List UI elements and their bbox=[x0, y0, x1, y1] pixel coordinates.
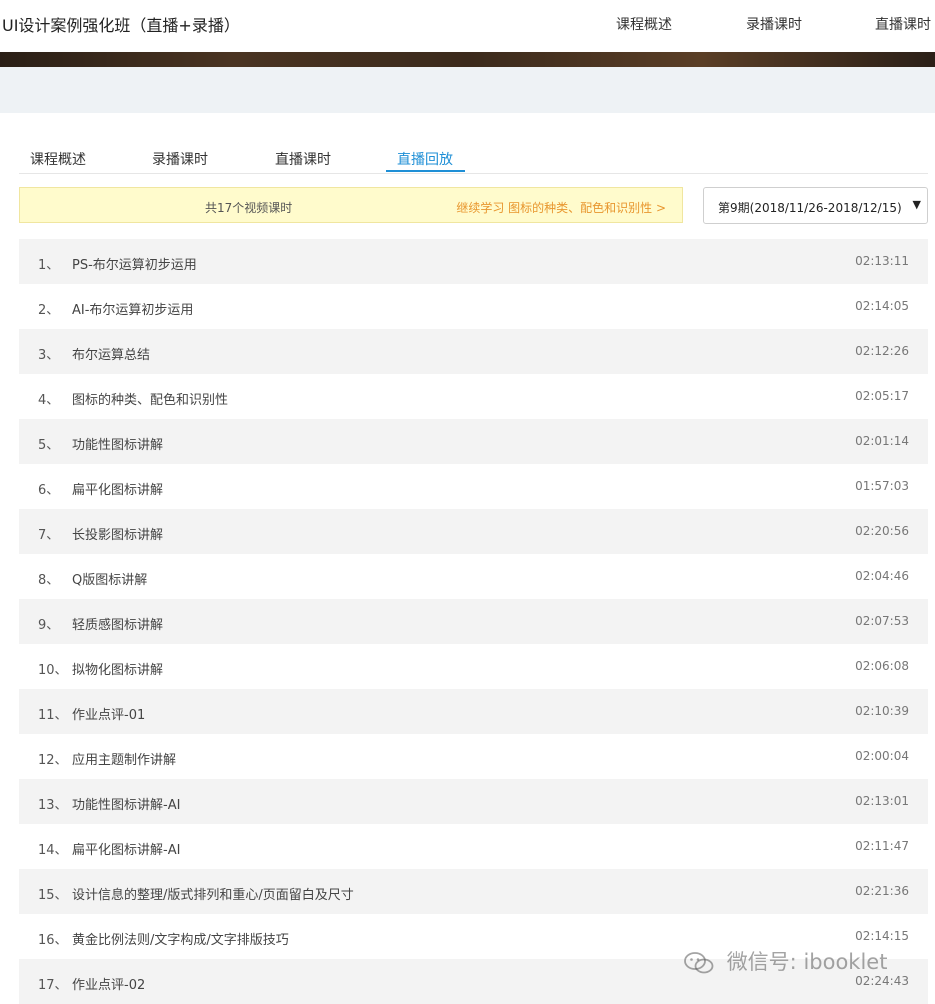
lesson-index: 6、 bbox=[38, 483, 60, 498]
wechat-icon bbox=[684, 952, 714, 974]
lesson-row[interactable]: 12、 应用主题制作讲解 02:00:04 bbox=[19, 734, 928, 779]
lesson-duration: 02:14:05 bbox=[855, 299, 909, 313]
lesson-count: 共17个视频课时 bbox=[205, 201, 293, 215]
lesson-title: 长投影图标讲解 bbox=[72, 528, 164, 543]
course-banner bbox=[0, 52, 935, 67]
lesson-row[interactable]: 4、 图标的种类、配色和识别性 02:05:17 bbox=[19, 374, 928, 419]
lesson-index: 10、 bbox=[38, 663, 68, 678]
lesson-index: 9、 bbox=[38, 618, 60, 633]
lesson-index: 7、 bbox=[38, 528, 60, 543]
lesson-duration: 01:57:03 bbox=[855, 479, 909, 493]
lesson-title: 应用主题制作讲解 bbox=[72, 753, 177, 768]
top-nav-live[interactable]: 直播课时 bbox=[875, 14, 931, 34]
lesson-index: 4、 bbox=[38, 393, 60, 408]
lesson-title: AI-布尔运算初步运用 bbox=[72, 303, 194, 318]
lesson-row[interactable]: 1、 PS-布尔运算初步运用 02:13:11 bbox=[19, 239, 928, 284]
lesson-duration: 02:13:01 bbox=[855, 794, 909, 808]
course-tabs: 课程概述 录播课时 直播课时 直播回放 bbox=[19, 141, 928, 174]
lesson-title: PS-布尔运算初步运用 bbox=[72, 258, 197, 273]
lesson-title: 设计信息的整理/版式排列和重心/页面留白及尺寸 bbox=[72, 888, 354, 903]
lesson-row[interactable]: 9、 轻质感图标讲解 02:07:53 bbox=[19, 599, 928, 644]
lesson-index: 11、 bbox=[38, 708, 68, 723]
lesson-index: 17、 bbox=[38, 978, 68, 993]
lesson-duration: 02:06:08 bbox=[855, 659, 909, 673]
lesson-row[interactable]: 5、 功能性图标讲解 02:01:14 bbox=[19, 419, 928, 464]
lesson-duration: 02:12:26 bbox=[855, 344, 909, 358]
lesson-row[interactable]: 11、 作业点评-01 02:10:39 bbox=[19, 689, 928, 734]
lesson-title: Q版图标讲解 bbox=[72, 573, 148, 588]
lesson-title: 扁平化图标讲解-AI bbox=[72, 843, 181, 858]
period-selected-value: 第9期(2018/11/26-2018/12/15) bbox=[718, 201, 902, 215]
lesson-duration: 02:13:11 bbox=[855, 254, 909, 268]
watermark-text: 微信号: ibooklet bbox=[726, 950, 888, 974]
lesson-title: 功能性图标讲解 bbox=[72, 438, 164, 453]
lesson-duration: 02:20:56 bbox=[855, 524, 909, 538]
lesson-row[interactable]: 8、 Q版图标讲解 02:04:46 bbox=[19, 554, 928, 599]
course-title: UI设计案例强化班（直播+录播） bbox=[2, 16, 240, 35]
lesson-index: 15、 bbox=[38, 888, 68, 903]
lesson-duration: 02:04:46 bbox=[855, 569, 909, 583]
lesson-duration: 02:11:47 bbox=[855, 839, 909, 853]
lesson-duration: 02:00:04 bbox=[855, 749, 909, 763]
period-select[interactable]: 第9期(2018/11/26-2018/12/15) ▼ bbox=[703, 187, 928, 224]
lesson-row[interactable]: 2、 AI-布尔运算初步运用 02:14:05 bbox=[19, 284, 928, 329]
lesson-list: 1、 PS-布尔运算初步运用 02:13:11 2、 AI-布尔运算初步运用 02:14:… bbox=[19, 239, 928, 1004]
lesson-row[interactable]: 13、 功能性图标讲解-AI 02:13:01 bbox=[19, 779, 928, 824]
lesson-duration: 02:07:53 bbox=[855, 614, 909, 628]
lesson-duration: 02:05:17 bbox=[855, 389, 909, 403]
lesson-index: 8、 bbox=[38, 573, 60, 588]
lesson-index: 16、 bbox=[38, 933, 68, 948]
lesson-index: 5、 bbox=[38, 438, 60, 453]
lesson-row[interactable]: 6、 扁平化图标讲解 01:57:03 bbox=[19, 464, 928, 509]
notice-bar: 共17个视频课时 继续学习 图标的种类、配色和识别性 > bbox=[19, 187, 683, 223]
lesson-row[interactable]: 10、 拟物化图标讲解 02:06:08 bbox=[19, 644, 928, 689]
lesson-title: 轻质感图标讲解 bbox=[72, 618, 164, 633]
lesson-duration: 02:10:39 bbox=[855, 704, 909, 718]
lesson-title: 作业点评-02 bbox=[72, 978, 146, 993]
lesson-title: 布尔运算总结 bbox=[72, 348, 151, 363]
lesson-title: 图标的种类、配色和识别性 bbox=[72, 393, 229, 408]
lesson-row[interactable]: 15、 设计信息的整理/版式排列和重心/页面留白及尺寸 02:21:36 bbox=[19, 869, 928, 914]
lesson-index: 3、 bbox=[38, 348, 60, 363]
tab-overview[interactable]: 课程概述 bbox=[30, 149, 86, 169]
lesson-duration: 02:01:14 bbox=[855, 434, 909, 448]
lesson-row[interactable]: 7、 长投影图标讲解 02:20:56 bbox=[19, 509, 928, 554]
lesson-index: 14、 bbox=[38, 843, 68, 858]
top-nav-recorded[interactable]: 录播课时 bbox=[746, 14, 802, 34]
lesson-index: 13、 bbox=[38, 798, 68, 813]
wechat-watermark: 微信号: ibooklet bbox=[684, 946, 887, 980]
lesson-title: 黄金比例法则/文字构成/文字排版技巧 bbox=[72, 933, 289, 948]
tab-live[interactable]: 直播课时 bbox=[275, 149, 331, 169]
lesson-duration: 02:14:15 bbox=[855, 929, 909, 943]
lesson-duration: 02:21:36 bbox=[855, 884, 909, 898]
lesson-title: 拟物化图标讲解 bbox=[72, 663, 164, 678]
lesson-title: 作业点评-01 bbox=[72, 708, 146, 723]
lesson-index: 1、 bbox=[38, 258, 60, 273]
active-tab-indicator bbox=[386, 170, 465, 172]
lesson-row[interactable]: 14、 扁平化图标讲解-AI 02:11:47 bbox=[19, 824, 928, 869]
top-header: UI设计案例强化班（直播+录播） 课程概述 录播课时 直播课时 bbox=[0, 0, 935, 52]
lesson-index: 2、 bbox=[38, 303, 60, 318]
lesson-title: 功能性图标讲解-AI bbox=[72, 798, 181, 813]
lesson-title: 扁平化图标讲解 bbox=[72, 483, 164, 498]
dropdown-arrow-icon: ▼ bbox=[912, 198, 921, 211]
tab-recorded[interactable]: 录播课时 bbox=[152, 149, 208, 169]
banner-strip bbox=[0, 67, 935, 113]
tab-replay[interactable]: 直播回放 bbox=[397, 149, 453, 169]
top-nav-overview[interactable]: 课程概述 bbox=[616, 14, 672, 34]
continue-learning-link[interactable]: 继续学习 图标的种类、配色和识别性 > bbox=[456, 199, 666, 216]
lesson-index: 12、 bbox=[38, 753, 68, 768]
lesson-row[interactable]: 3、 布尔运算总结 02:12:26 bbox=[19, 329, 928, 374]
